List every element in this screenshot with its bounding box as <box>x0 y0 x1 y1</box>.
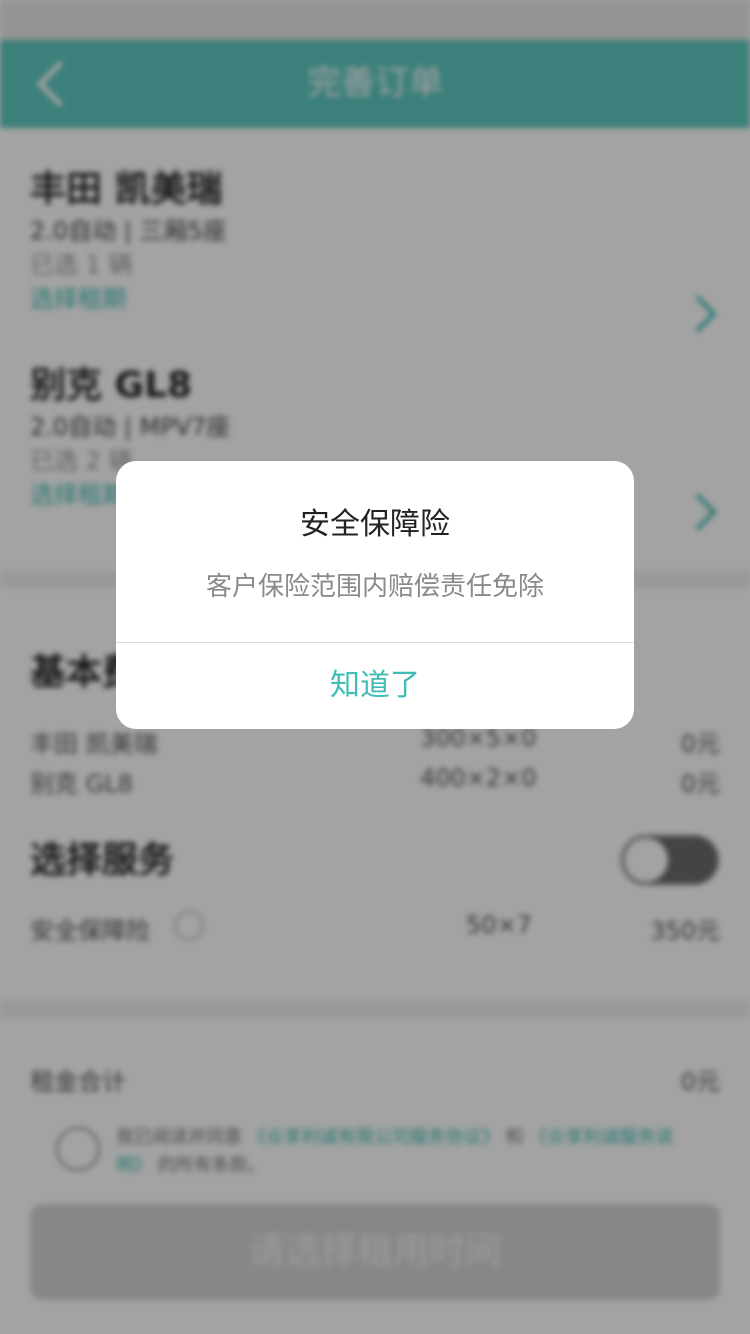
insurance-dialog: 安全保障险 客户保险范围内赔偿责任免除 知道了 <box>116 461 634 729</box>
dialog-message: 客户保险范围内赔偿责任免除 <box>205 572 544 602</box>
dialog-title: 安全保障险 <box>300 507 450 542</box>
got-it-button[interactable]: 知道了 <box>116 643 634 729</box>
